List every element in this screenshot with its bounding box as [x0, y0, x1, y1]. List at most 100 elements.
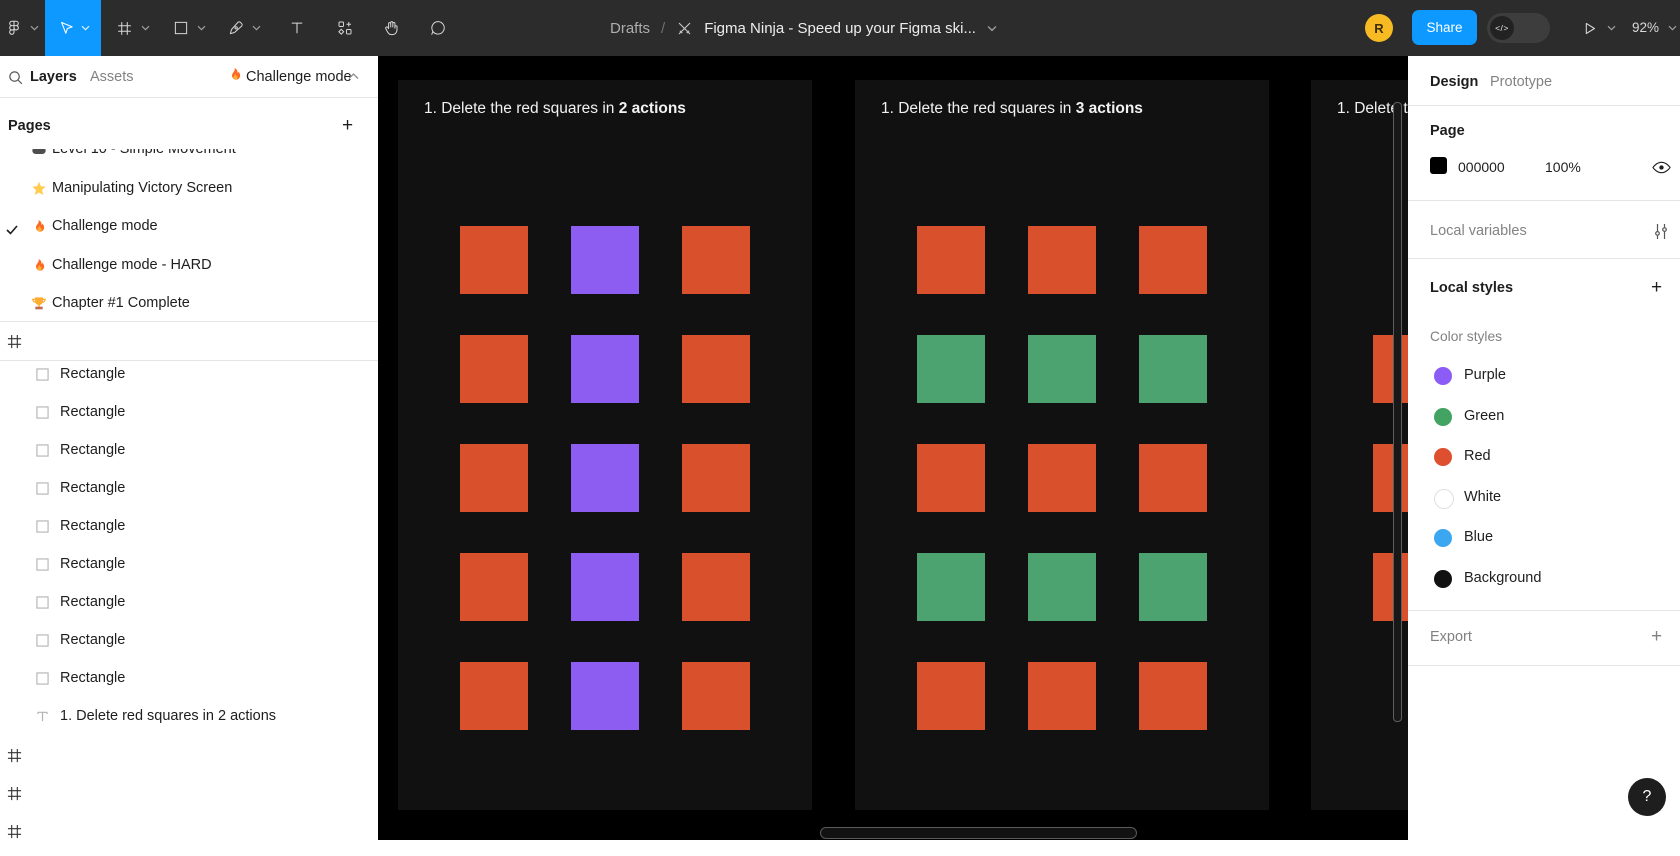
canvas-square-red[interactable]: [460, 444, 528, 512]
pen-tool[interactable]: [220, 0, 268, 56]
canvas-square-red[interactable]: [460, 662, 528, 730]
page-item-challenge-mode-hard[interactable]: Challenge mode - HARD: [0, 247, 378, 285]
page-item-manipulating-victory-screen[interactable]: Manipulating Victory Screen: [0, 170, 378, 208]
chevron-down-icon[interactable]: [987, 25, 997, 32]
layer-row-rect[interactable]: Rectangle: [0, 660, 378, 698]
comment-tool[interactable]: [424, 0, 452, 56]
shape-tool[interactable]: [165, 0, 213, 56]
canvas-square-red[interactable]: [1028, 662, 1096, 730]
canvas-square-red[interactable]: [1028, 226, 1096, 294]
canvas-square-red[interactable]: [682, 553, 750, 621]
layer-row-text[interactable]: 1. Delete red squares in 2 actions: [0, 698, 378, 736]
canvas-square-red[interactable]: [917, 226, 985, 294]
layer-row-rect[interactable]: Rectangle: [0, 546, 378, 584]
eye-icon[interactable]: [1652, 161, 1671, 174]
canvas-square-red[interactable]: [460, 226, 528, 294]
zoom-level[interactable]: 92%: [1632, 20, 1659, 35]
layer-row-rect[interactable]: Rectangle: [0, 622, 378, 660]
add-export-button[interactable]: +: [1651, 627, 1662, 646]
color-style-blue[interactable]: Blue: [1408, 518, 1680, 558]
avatar[interactable]: R: [1365, 14, 1393, 42]
canvas-square-red[interactable]: [682, 335, 750, 403]
tab-prototype[interactable]: Prototype: [1490, 74, 1552, 90]
document-title[interactable]: Figma Ninja - Speed up your Figma ski...: [704, 20, 976, 37]
layer-row-rect[interactable]: Rectangle: [0, 432, 378, 470]
page-color-hex[interactable]: 000000: [1458, 159, 1505, 175]
present-button[interactable]: [1572, 0, 1606, 56]
hand-tool[interactable]: [378, 0, 406, 56]
share-button[interactable]: Share: [1412, 10, 1477, 45]
canvas-square-purple[interactable]: [571, 226, 639, 294]
canvas-square-red[interactable]: [460, 335, 528, 403]
layer-row-frame[interactable]: [0, 322, 378, 360]
main-menu-button[interactable]: [2, 0, 42, 56]
canvas-square-red[interactable]: [1139, 444, 1207, 512]
variables-icon[interactable]: [1654, 223, 1668, 240]
canvas-square-green[interactable]: [1028, 553, 1096, 621]
move-tool[interactable]: [45, 0, 101, 56]
canvas-square-red[interactable]: [682, 226, 750, 294]
canvas-square-red[interactable]: [460, 553, 528, 621]
add-style-button[interactable]: +: [1651, 278, 1662, 297]
color-style-green[interactable]: Green: [1408, 397, 1680, 437]
canvas-square-red[interactable]: [1028, 444, 1096, 512]
canvas-square-purple[interactable]: [571, 444, 639, 512]
frame-tool[interactable]: [108, 0, 156, 56]
text-tool[interactable]: [283, 0, 311, 56]
frame-title[interactable]: 1. Delete the red squares in 3 actions: [881, 100, 1143, 118]
layer-row-frame[interactable]: [0, 774, 378, 812]
search-icon[interactable]: [8, 70, 23, 85]
present-options-button[interactable]: [1603, 0, 1619, 56]
page-color-opacity[interactable]: 100%: [1545, 159, 1581, 175]
canvas-square-red[interactable]: [682, 662, 750, 730]
breadcrumb-folder[interactable]: Drafts: [610, 20, 650, 37]
layer-row-rect[interactable]: Rectangle: [0, 394, 378, 432]
tab-assets[interactable]: Assets: [90, 69, 134, 85]
help-button[interactable]: ?: [1628, 778, 1666, 816]
frame-title[interactable]: 1. Delete the red squares in 2 actions: [424, 100, 686, 118]
canvas-square-red[interactable]: [1139, 226, 1207, 294]
canvas-square-red[interactable]: [917, 662, 985, 730]
page-item-challenge-mode[interactable]: Challenge mode: [0, 208, 378, 246]
canvas-horizontal-scrollbar[interactable]: [820, 827, 1137, 839]
chevron-up-icon[interactable]: [348, 73, 359, 80]
canvas-square-red[interactable]: [917, 444, 985, 512]
layer-row-frame[interactable]: [0, 322, 378, 360]
add-page-button[interactable]: +: [342, 116, 353, 135]
canvas-vertical-scrollbar[interactable]: [1393, 102, 1402, 722]
page-item-level-10-simple-movement[interactable]: Level 10 - Simple Movement: [0, 149, 378, 169]
zoom-options-button[interactable]: [1664, 0, 1680, 56]
current-page-selector[interactable]: Challenge mode: [246, 69, 352, 85]
page-color-swatch[interactable]: [1430, 157, 1447, 174]
local-variables-label[interactable]: Local variables: [1430, 223, 1527, 239]
canvas-square-purple[interactable]: [571, 662, 639, 730]
canvas-square-purple[interactable]: [571, 335, 639, 403]
canvas-square-purple[interactable]: [571, 553, 639, 621]
layer-row-rect[interactable]: Rectangle: [0, 356, 378, 394]
canvas-square-green[interactable]: [1139, 553, 1207, 621]
dev-mode-toggle[interactable]: </>: [1487, 13, 1550, 43]
layer-row-rect[interactable]: Rectangle: [0, 508, 378, 546]
canvas-square-red[interactable]: [682, 444, 750, 512]
color-style-red[interactable]: Red: [1408, 437, 1680, 477]
layer-row-rect[interactable]: Rectangle: [0, 470, 378, 508]
canvas-square-green[interactable]: [1028, 335, 1096, 403]
canvas-square-red[interactable]: [1139, 662, 1207, 730]
canvas-frame-1[interactable]: 1. Delete the red squares in 2 actions: [398, 80, 812, 810]
tab-layers[interactable]: Layers: [30, 69, 77, 85]
canvas-frame-2[interactable]: 1. Delete the red squares in 3 actions: [855, 80, 1269, 810]
canvas-square-green[interactable]: [917, 335, 985, 403]
export-label[interactable]: Export: [1430, 629, 1472, 645]
color-style-purple[interactable]: Purple: [1408, 356, 1680, 396]
layer-row-frame[interactable]: [0, 812, 378, 850]
canvas-square-green[interactable]: [917, 553, 985, 621]
color-style-white[interactable]: White: [1408, 478, 1680, 518]
tab-design[interactable]: Design: [1430, 74, 1478, 90]
page-item-chapter-1-complete[interactable]: Chapter #1 Complete: [0, 285, 378, 321]
color-style-background[interactable]: Background: [1408, 559, 1680, 599]
canvas-square-green[interactable]: [1139, 335, 1207, 403]
actions-tool[interactable]: [331, 0, 359, 56]
layer-row-frame[interactable]: [0, 736, 378, 774]
pages-header: Pages: [8, 118, 51, 134]
layer-row-rect[interactable]: Rectangle: [0, 584, 378, 622]
